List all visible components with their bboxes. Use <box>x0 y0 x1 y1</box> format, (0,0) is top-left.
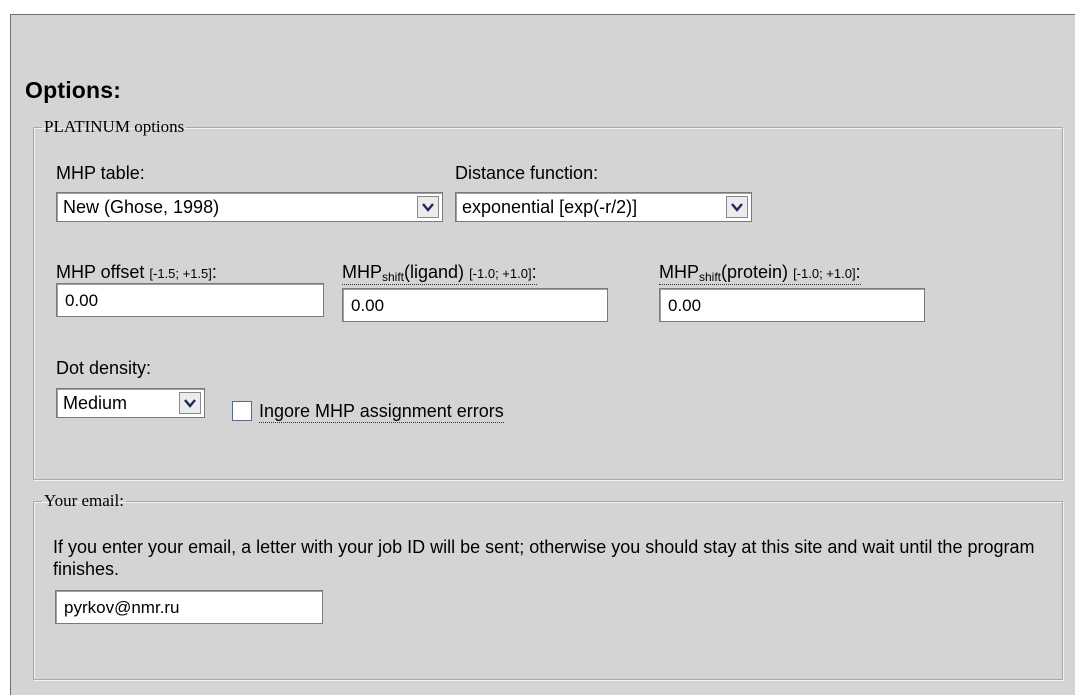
mhp-shift-protein-label-sub: shift <box>699 270 722 284</box>
mhp-shift-ligand-range: [-1.0; +1.0] <box>469 266 532 281</box>
email-description: If you enter your email, a letter with y… <box>53 537 1035 579</box>
mhp-shift-ligand-input[interactable]: 0.00 <box>342 288 608 322</box>
mhp-table-value: New (Ghose, 1998) <box>63 197 220 217</box>
mhp-offset-label-text: MHP offset <box>56 262 145 282</box>
mhp-offset-input[interactable]: 0.00 <box>56 283 324 317</box>
mhp-offset-label: MHP offset [-1.5; +1.5]: <box>56 262 217 283</box>
distance-function-value: exponential [exp(-r/2)] <box>462 197 638 217</box>
mhp-shift-ligand-label-main: MHP <box>342 262 382 282</box>
mhp-shift-ligand-suffix: : <box>531 262 537 282</box>
distance-function-label: Distance function: <box>455 163 599 183</box>
mhp-shift-protein-label-tail: (protein) <box>721 262 789 282</box>
ignore-errors-label[interactable]: Ingore MHP assignment errors <box>259 401 504 423</box>
mhp-shift-protein-input[interactable]: 0.00 <box>659 288 925 322</box>
ignore-errors-checkbox[interactable] <box>232 401 252 421</box>
mhp-offset-range: [-1.5; +1.5] <box>149 266 212 281</box>
mhp-offset-suffix: : <box>211 262 217 282</box>
distance-function-select[interactable]: exponential [exp(-r/2)] <box>455 192 752 222</box>
email-input[interactable]: pyrkov@nmr.ru <box>55 590 323 624</box>
mhp-shift-ligand-value: 0.00 <box>351 296 385 315</box>
mhp-table-select[interactable]: New (Ghose, 1998) <box>56 192 443 222</box>
mhp-shift-ligand-label-tail: (ligand) <box>404 262 465 282</box>
page: Options: PLATINUM options MHP table: New… <box>0 0 1075 695</box>
mhp-shift-ligand-label-sub: shift <box>382 270 405 284</box>
mhp-offset-value: 0.00 <box>65 291 99 310</box>
mhp-table-label: MHP table: <box>56 163 145 183</box>
mhp-shift-protein-label: MHPshift(protein) [-1.0; +1.0]: <box>659 262 861 285</box>
mhp-shift-protein-range: [-1.0; +1.0] <box>793 266 856 281</box>
options-heading: Options: <box>25 77 122 103</box>
email-fieldset: Your email: <box>33 492 1063 680</box>
email-value: pyrkov@nmr.ru <box>64 598 180 617</box>
dot-density-label: Dot density: <box>56 358 152 378</box>
mhp-shift-protein-suffix: : <box>855 262 861 282</box>
platinum-options-legend: PLATINUM options <box>44 117 185 136</box>
dot-density-value: Medium <box>63 393 128 413</box>
mhp-shift-protein-value: 0.00 <box>668 296 702 315</box>
chevron-down-icon[interactable] <box>726 196 748 218</box>
chevron-down-icon[interactable] <box>179 392 201 414</box>
dot-density-select[interactable]: Medium <box>56 388 205 418</box>
mhp-shift-protein-label-main: MHP <box>659 262 699 282</box>
email-legend: Your email: <box>44 491 124 510</box>
chevron-down-icon[interactable] <box>417 196 439 218</box>
mhp-shift-ligand-label: MHPshift(ligand) [-1.0; +1.0]: <box>342 262 537 285</box>
options-panel: Options: PLATINUM options MHP table: New… <box>10 14 1075 695</box>
